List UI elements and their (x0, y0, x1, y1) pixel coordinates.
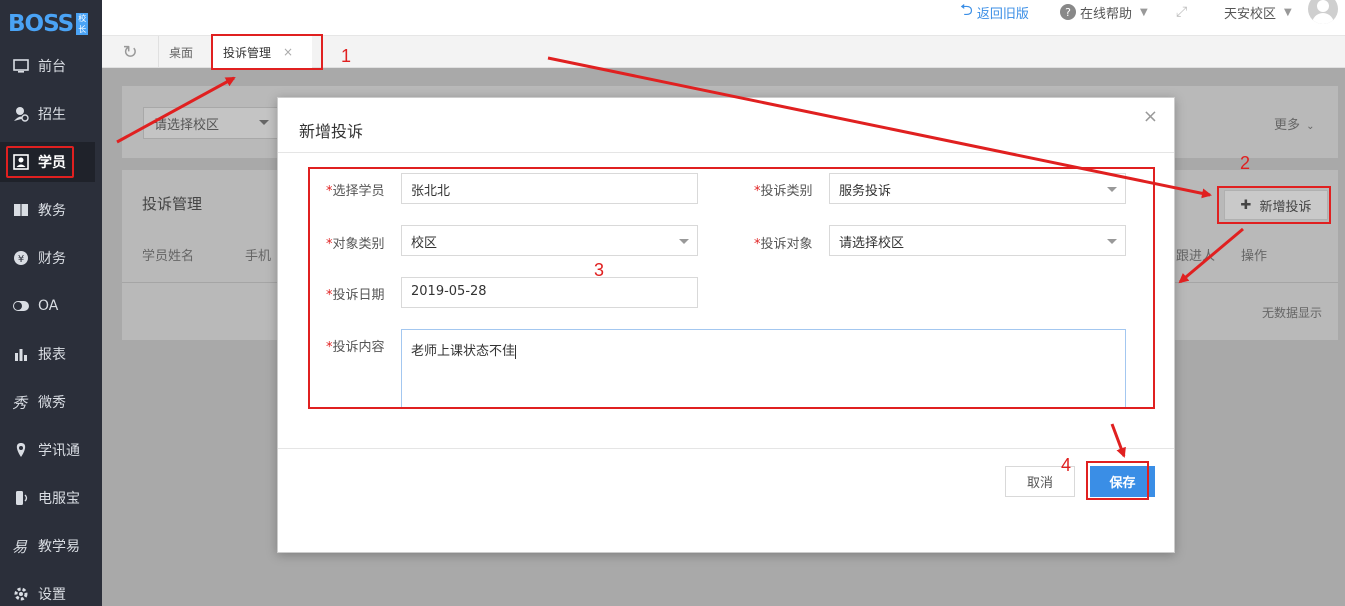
column-header-actions: 操作 (1241, 249, 1268, 264)
bar-chart-icon (12, 345, 30, 363)
sidebar-item-dianfubao[interactable]: 电服宝 (0, 478, 102, 518)
annotation-number-4: 4 (1061, 455, 1072, 475)
annotation-number-3: 3 (594, 260, 605, 280)
chevron-down-icon: ⌄ (1306, 121, 1315, 132)
more-label: 更多 (1274, 118, 1301, 133)
sidebar-item-students[interactable]: 学员 (0, 142, 102, 182)
gear-icon (12, 585, 30, 603)
sidebar-item-label: 招生 (38, 107, 66, 123)
expand-icon: ⤢ (1176, 4, 1188, 20)
online-help-menu[interactable]: ? 在线帮助 ▼ (1060, 0, 1148, 24)
sidebar-item-label: 财务 (38, 251, 66, 267)
campus-selector[interactable]: 天安校区 ▼ (1224, 0, 1292, 24)
sidebar-item-label: 教学易 (38, 539, 80, 555)
column-header-phone: 手机 (245, 249, 272, 264)
phone-service-icon (12, 489, 30, 507)
section-title: 投诉管理 (142, 195, 203, 213)
student-card-icon (12, 153, 30, 171)
logo-text: BOSS (8, 11, 74, 37)
svg-text:¥: ¥ (18, 254, 24, 265)
sidebar-item-finance[interactable]: ¥ 财务 (0, 238, 102, 278)
campus-filter-select[interactable]: 请选择校区 (143, 107, 278, 139)
campus-label: 天安校区 (1224, 6, 1277, 22)
sidebar-item-oa[interactable]: OA (0, 286, 102, 326)
column-header-follower: 跟进人 (1176, 249, 1216, 264)
top-bar: ⮌ 返回旧版 ? 在线帮助 ▼ ⤢ 天安校区 ▼ (102, 0, 1345, 36)
sidebar-item-label: 微秀 (38, 395, 66, 411)
sidebar-item-label: 电服宝 (38, 491, 80, 507)
sidebar-item-jiaoxueyi[interactable]: 易 教学易 (0, 526, 102, 566)
user-add-icon (12, 105, 30, 123)
fullscreen-button[interactable]: ⤢ (1176, 0, 1187, 24)
location-icon (12, 441, 30, 459)
help-label: 在线帮助 (1080, 6, 1133, 22)
column-header-name: 学员姓名 (142, 249, 195, 264)
sidebar-item-label: 学员 (38, 155, 66, 171)
sidebar-item-label: 学讯通 (38, 443, 80, 459)
empty-state-text: 无数据显示 (1262, 306, 1323, 320)
monitor-icon (12, 57, 30, 75)
annotation-box-4 (1086, 461, 1149, 500)
help-icon: ? (1060, 4, 1076, 20)
logo-badge: 校长 (76, 13, 89, 35)
annotation-box-2 (1217, 186, 1331, 224)
sidebar-item-enroll[interactable]: 招生 (0, 94, 102, 134)
weixiu-icon: 秀 (12, 393, 30, 411)
students-highlight: 学员 (6, 146, 74, 178)
toggle-icon (12, 297, 30, 315)
sidebar-item-label: 报表 (38, 347, 66, 363)
annotation-box-3 (308, 167, 1155, 409)
close-icon[interactable]: × (1143, 106, 1158, 127)
tab-label: 桌面 (169, 45, 194, 60)
back-old-label: 返回旧版 (976, 6, 1029, 22)
sidebar-item-frontdesk[interactable]: 前台 (0, 46, 102, 86)
teach-icon: 易 (12, 537, 30, 555)
filter-placeholder: 请选择校区 (154, 118, 220, 133)
svg-text:易: 易 (12, 538, 28, 554)
back-old-version-link[interactable]: ⮌ 返回旧版 (960, 0, 1029, 24)
yen-icon: ¥ (12, 249, 30, 267)
divider (278, 448, 1174, 449)
sidebar: BOSS 校长 前台 招生 学员 教务 ¥ 财务 OA 报表 秀 微秀 学讯通 (0, 0, 102, 606)
divider (278, 152, 1174, 153)
svg-text:秀: 秀 (12, 394, 29, 410)
sidebar-item-label: 设置 (38, 587, 66, 603)
app-logo[interactable]: BOSS 校长 (0, 0, 102, 48)
sidebar-item-label: OA (38, 298, 59, 314)
chevron-down-icon (259, 120, 269, 125)
annotation-number-1: 1 (341, 46, 352, 66)
more-toggle[interactable]: 更多 ⌄ (1274, 114, 1315, 133)
sidebar-item-academic[interactable]: 教务 (0, 190, 102, 230)
refresh-icon: ↻ (122, 41, 138, 63)
book-icon (12, 201, 30, 219)
sidebar-item-settings[interactable]: 设置 (0, 574, 102, 606)
tab-desktop[interactable]: 桌面 (158, 36, 203, 68)
sidebar-item-weixiu[interactable]: 秀 微秀 (0, 382, 102, 422)
annotation-box-1 (211, 34, 323, 70)
chevron-down-icon: ▼ (1284, 6, 1292, 18)
avatar[interactable] (1308, 0, 1338, 24)
annotation-number-2: 2 (1240, 153, 1251, 173)
chevron-down-icon: ▼ (1140, 6, 1148, 18)
sidebar-item-reports[interactable]: 报表 (0, 334, 102, 374)
sidebar-item-label: 前台 (38, 59, 66, 75)
undo-icon: ⮌ (960, 0, 973, 19)
refresh-button[interactable]: ↻ (102, 36, 158, 68)
sidebar-item-label: 教务 (38, 203, 66, 219)
dialog-title: 新增投诉 (299, 122, 364, 141)
sidebar-item-xuexuntong[interactable]: 学讯通 (0, 430, 102, 470)
